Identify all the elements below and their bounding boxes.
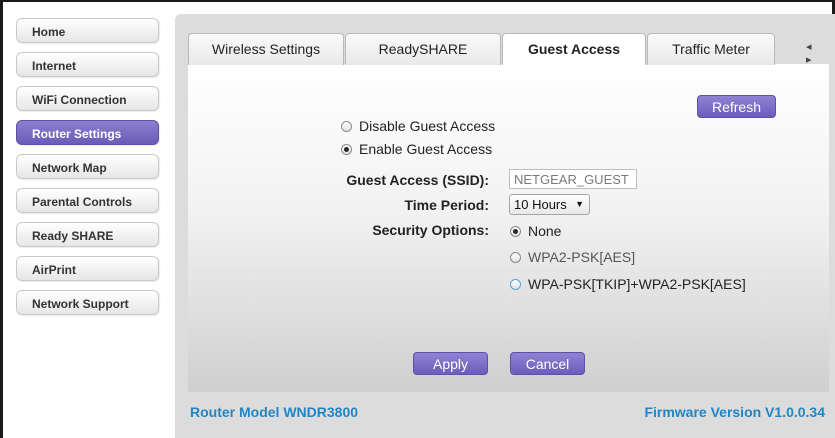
time-period-select[interactable]: 10 Hours ▼ — [509, 194, 590, 215]
enable-guest-access-label: Enable Guest Access — [359, 141, 493, 157]
sidebar-item-router-settings[interactable]: Router Settings — [16, 120, 159, 145]
security-none-label: None — [528, 223, 562, 239]
sidebar-item-airprint[interactable]: AirPrint — [16, 256, 159, 281]
tab-guest-access[interactable]: Guest Access — [502, 33, 646, 65]
time-period-value: 10 Hours — [514, 197, 567, 212]
security-option-wpa-mixed[interactable]: WPA-PSK[TKIP]+WPA2-PSK[AES] — [510, 276, 746, 292]
refresh-button[interactable]: Refresh — [697, 95, 776, 118]
time-period-label: Time Period: — [404, 197, 489, 213]
sidebar-item-parental-controls[interactable]: Parental Controls — [16, 188, 159, 213]
security-wpa-mixed-label: WPA-PSK[TKIP]+WPA2-PSK[AES] — [528, 276, 746, 292]
sidebar-item-network-map[interactable]: Network Map — [16, 154, 159, 179]
cancel-button[interactable]: Cancel — [510, 352, 585, 375]
tab-bar: Wireless Settings ReadySHARE Guest Acces… — [188, 33, 776, 65]
chevron-down-icon: ▼ — [575, 199, 584, 209]
ssid-input[interactable]: NETGEAR_GUEST — [509, 169, 637, 189]
tab-readyshare[interactable]: ReadySHARE — [345, 33, 501, 65]
disable-guest-access-option[interactable]: Disable Guest Access — [341, 118, 495, 134]
firmware-version-text: Firmware Version V1.0.0.34 — [644, 404, 825, 420]
security-options-label: Security Options: — [372, 222, 489, 238]
enable-guest-access-option[interactable]: Enable Guest Access — [341, 141, 492, 157]
tab-wireless-settings[interactable]: Wireless Settings — [188, 33, 344, 65]
security-wpa-mixed-radio[interactable] — [510, 279, 521, 290]
tab-scroll-arrows-icon[interactable]: ◂ ▸ — [806, 40, 835, 66]
security-wpa2-label: WPA2-PSK[AES] — [528, 249, 636, 265]
enable-guest-access-radio[interactable] — [341, 144, 352, 155]
security-option-wpa2[interactable]: WPA2-PSK[AES] — [510, 249, 635, 265]
apply-button[interactable]: Apply — [413, 352, 488, 375]
security-none-radio[interactable] — [510, 226, 521, 237]
security-option-none[interactable]: None — [510, 223, 561, 239]
disable-guest-access-label: Disable Guest Access — [359, 118, 496, 134]
ssid-label: Guest Access (SSID): — [346, 172, 489, 188]
tab-traffic-meter[interactable]: Traffic Meter — [647, 33, 775, 65]
security-wpa2-radio[interactable] — [510, 252, 521, 263]
sidebar-nav: Home Internet WiFi Connection Router Set… — [16, 18, 159, 324]
sidebar-item-internet[interactable]: Internet — [16, 52, 159, 77]
sidebar-item-readyshare[interactable]: Ready SHARE — [16, 222, 159, 247]
sidebar-item-network-support[interactable]: Network Support — [16, 290, 159, 315]
sidebar-item-wifi-connection[interactable]: WiFi Connection — [16, 86, 159, 111]
sidebar-item-home[interactable]: Home — [16, 18, 159, 43]
router-model-text: Router Model WNDR3800 — [190, 404, 359, 420]
disable-guest-access-radio[interactable] — [341, 121, 352, 132]
